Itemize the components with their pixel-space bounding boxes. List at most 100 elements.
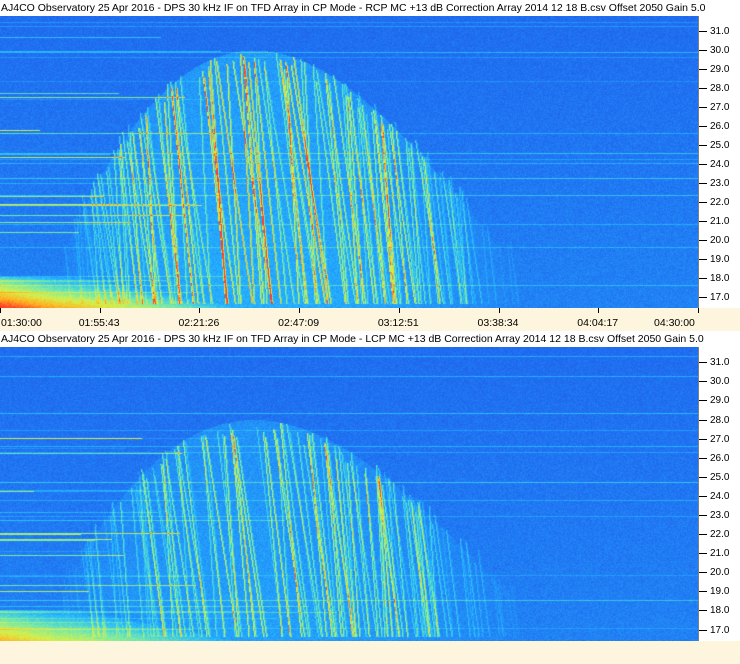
- freq-tick: 31.0: [699, 25, 740, 38]
- freq-tick-mark: [699, 495, 707, 497]
- time-tick-label: 02:47:09: [278, 317, 320, 329]
- freq-tick: 19.0: [699, 253, 740, 266]
- time-tick-mark: [99, 308, 101, 313]
- freq-tick-label: 24.0: [710, 158, 730, 170]
- freq-tick: 26.0: [699, 120, 740, 133]
- lcp-spectrogram-canvas: [0, 347, 698, 641]
- time-tick-mark: [0, 308, 1, 313]
- freq-tick-label: 26.0: [710, 452, 730, 464]
- time-tick-label: 02:21:26: [178, 317, 220, 329]
- freq-tick: 20.0: [699, 234, 740, 247]
- freq-tick: 28.0: [699, 82, 740, 95]
- freq-tick-mark: [699, 144, 707, 146]
- freq-tick-mark: [699, 610, 707, 612]
- freq-tick: 22.0: [699, 196, 740, 209]
- rcp-spectrogram-panel: AJ4CO Observatory 25 Apr 2016 - DPS 30 k…: [0, 0, 740, 331]
- time-tick-label: 04:04:17: [577, 317, 619, 329]
- time-tick-mark: [299, 308, 301, 313]
- freq-tick: 17.0: [699, 291, 740, 304]
- freq-tick: 20.0: [699, 566, 740, 579]
- freq-tick: 29.0: [699, 394, 740, 407]
- freq-tick-label: 23.0: [710, 510, 730, 521]
- freq-tick-mark: [699, 572, 707, 574]
- freq-tick-label: 28.0: [710, 83, 730, 95]
- freq-tick: 18.0: [699, 604, 740, 617]
- freq-tick: 23.0: [699, 177, 740, 190]
- time-tick-label: 01:55:43: [78, 317, 120, 329]
- bottom-strip-lcp: [0, 641, 740, 664]
- time-tick-label: 01:30:00: [1, 317, 42, 329]
- freq-tick: 25.0: [699, 471, 740, 484]
- rcp-spectrogram-canvas: [0, 16, 698, 308]
- freq-tick-label: 21.0: [710, 548, 730, 560]
- freq-tick-label: 24.0: [710, 490, 730, 502]
- freq-tick-label: 18.0: [710, 272, 730, 284]
- freq-tick-mark: [699, 182, 707, 184]
- frequency-axis-rcp: 31.0 30.0 29.0 28.0 27.0 26.0 25.0 24.0 23.0 22.0…: [698, 16, 740, 308]
- freq-tick-label: 20.0: [710, 234, 730, 246]
- time-tick-label: 03:12:51: [377, 317, 419, 329]
- freq-tick: 25.0: [699, 139, 740, 152]
- freq-tick-mark: [699, 201, 707, 203]
- freq-tick-mark: [699, 107, 707, 108]
- freq-tick-mark: [699, 476, 707, 478]
- freq-tick: 24.0: [699, 158, 740, 171]
- freq-tick-label: 19.0: [710, 253, 730, 265]
- freq-tick: 29.0: [699, 63, 740, 76]
- freq-tick-mark: [699, 438, 707, 440]
- time-axis-rcp: 01:30:00 01:55:43 02:21:26 02:47:09 03:12:51…: [0, 308, 740, 331]
- freq-tick-mark: [699, 534, 707, 536]
- freq-tick-label: 27.0: [710, 433, 730, 445]
- freq-tick-mark: [699, 296, 707, 298]
- freq-tick-mark: [699, 220, 707, 222]
- freq-tick-mark: [699, 69, 707, 71]
- freq-tick-label: 17.0: [710, 291, 730, 303]
- freq-tick-label: 30.0: [710, 45, 730, 57]
- freq-tick: 17.0: [699, 624, 740, 637]
- freq-tick-mark: [699, 277, 707, 279]
- freq-tick: 28.0: [699, 414, 740, 427]
- freq-tick-label: 18.0: [710, 605, 730, 617]
- freq-tick-mark: [699, 88, 707, 90]
- freq-tick-label: 19.0: [710, 586, 730, 598]
- freq-tick-label: 25.0: [710, 139, 730, 151]
- freq-tick-label: 29.0: [710, 64, 730, 76]
- freq-tick-mark: [699, 381, 707, 383]
- time-tick-label: 04:30:00: [654, 317, 695, 329]
- freq-tick-mark: [699, 419, 707, 421]
- freq-tick-mark: [699, 629, 707, 631]
- time-tick-mark: [498, 308, 500, 313]
- time-tick-mark: [598, 308, 600, 313]
- freq-tick: 21.0: [699, 215, 740, 228]
- freq-tick-label: 22.0: [710, 529, 730, 541]
- freq-tick-label: 25.0: [710, 471, 730, 483]
- freq-tick-mark: [699, 163, 707, 165]
- freq-tick: 31.0: [699, 356, 740, 369]
- freq-tick-label: 29.0: [710, 395, 730, 407]
- freq-tick-mark: [699, 515, 707, 516]
- freq-tick-label: 26.0: [710, 120, 730, 132]
- freq-tick-label: 27.0: [710, 102, 730, 113]
- freq-tick-label: 20.0: [710, 567, 730, 579]
- freq-tick-label: 21.0: [710, 215, 730, 227]
- freq-tick-label: 28.0: [710, 414, 730, 426]
- freq-tick-label: 22.0: [710, 196, 730, 208]
- freq-tick-mark: [699, 362, 707, 364]
- freq-tick-mark: [699, 50, 707, 52]
- freq-tick-mark: [699, 591, 707, 593]
- time-tick-mark: [698, 308, 699, 313]
- freq-tick: 27.0: [699, 101, 740, 114]
- freq-tick: 30.0: [699, 375, 740, 388]
- freq-tick-label: 31.0: [710, 357, 730, 369]
- freq-tick-mark: [699, 31, 707, 33]
- freq-tick-label: 31.0: [710, 26, 730, 38]
- lcp-spectrogram-panel: AJ4CO Observatory 25 Apr 2016 - DPS 30 k…: [0, 331, 740, 664]
- time-tick-mark: [398, 308, 400, 313]
- freq-tick-label: 30.0: [710, 376, 730, 388]
- chart-title-rcp: AJ4CO Observatory 25 Apr 2016 - DPS 30 k…: [0, 0, 740, 16]
- freq-tick-mark: [699, 457, 707, 459]
- chart-title-lcp: AJ4CO Observatory 25 Apr 2016 - DPS 30 k…: [0, 331, 740, 347]
- freq-tick: 26.0: [699, 452, 740, 465]
- freq-tick-mark: [699, 258, 707, 260]
- freq-tick-label: 17.0: [710, 624, 730, 636]
